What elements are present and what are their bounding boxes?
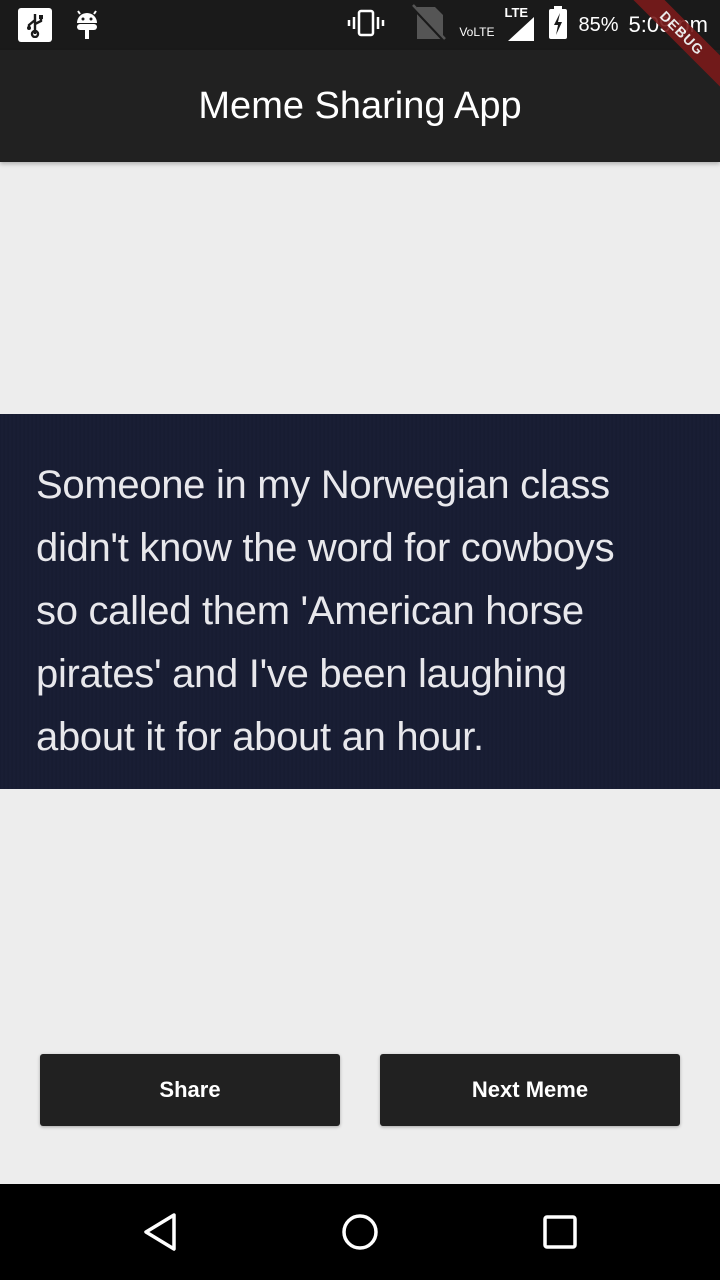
battery-charging-icon: [548, 5, 568, 45]
recents-icon[interactable]: [540, 1212, 580, 1252]
next-meme-button[interactable]: Next Meme: [380, 1054, 680, 1126]
usb-icon: [18, 8, 52, 42]
battery-percent: 85%: [578, 13, 619, 36]
status-bar: VoLTE LTE 85% 5:09 pm: [0, 0, 720, 50]
android-debug-icon: [72, 8, 102, 42]
vibrate-icon: [347, 8, 385, 43]
back-icon[interactable]: [140, 1212, 180, 1252]
meme-text-line: Someone in my Norwegian class: [36, 463, 610, 507]
meme-text-line: didn't know the word for cowboys: [36, 526, 615, 570]
no-sim-icon: [409, 3, 449, 48]
signal-icon: LTE: [504, 5, 538, 43]
meme-image: Someone in my Norwegian class didn't kno…: [0, 414, 720, 789]
share-button[interactable]: Share: [40, 1054, 340, 1126]
app-bar: Meme Sharing App: [0, 50, 720, 162]
home-icon[interactable]: [340, 1212, 380, 1252]
meme-text-line: about it for about an hour.: [36, 715, 484, 759]
volte-label: VoLTE: [459, 25, 495, 39]
meme-text-line: so called them 'American horse: [36, 589, 584, 633]
navigation-bar: [0, 1184, 720, 1280]
meme-text-line: pirates' and I've been laughing: [36, 652, 567, 696]
app-title: Meme Sharing App: [198, 84, 522, 127]
